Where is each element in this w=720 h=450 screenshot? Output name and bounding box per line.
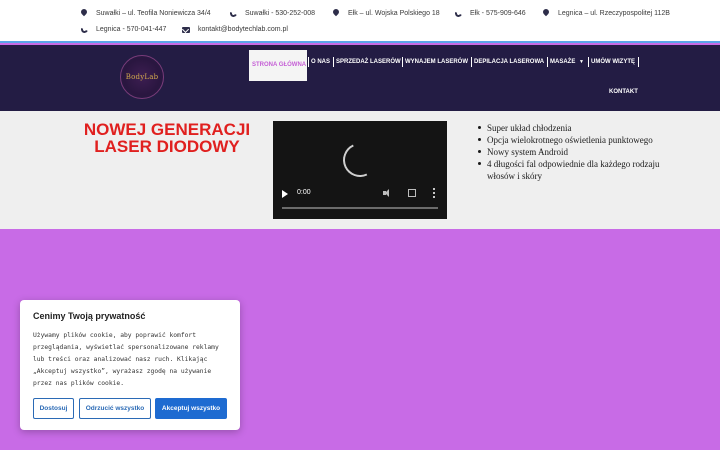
- cookie-title: Cenimy Twoją prywatność: [33, 311, 146, 321]
- nav-item-book-visit[interactable]: UMÓW WIZYTĘ: [591, 58, 635, 66]
- hero-title: NOWEJ GENERACJI LASER DIODOWY: [83, 120, 251, 156]
- nav-separator: [547, 57, 548, 67]
- main-navigation: BodyLab STRONA GŁÓWNA O NAS SPRZEDAŻ LAS…: [0, 45, 720, 111]
- nav-separator: [588, 57, 589, 67]
- nav-item-home[interactable]: STRONA GŁÓWNA: [249, 50, 307, 81]
- address-legnica[interactable]: Legnica – ul. Rzeczypospolitej 112B: [541, 7, 670, 18]
- nav-separator: [308, 57, 309, 67]
- phone-icon: [229, 9, 238, 18]
- more-options-icon[interactable]: [433, 188, 435, 198]
- mail-icon: [182, 25, 191, 34]
- video-time: 0:00: [297, 189, 311, 196]
- phone-elk[interactable]: Ełk - 575-909-646: [454, 9, 526, 18]
- nav-item-contact[interactable]: KONTAKT: [609, 88, 638, 96]
- address-elk[interactable]: Ełk – ul. Wojska Polskiego 18: [331, 7, 440, 18]
- video-player[interactable]: 0:00: [273, 121, 447, 219]
- phone-icon: [454, 9, 463, 18]
- map-pin-icon: [331, 7, 341, 18]
- cookie-text: Używamy plików cookie, aby poprawić komf…: [33, 332, 219, 387]
- nav-item-laser-depilation[interactable]: DEPILACJA LASEROWA: [474, 58, 544, 66]
- site-logo[interactable]: BodyLab: [120, 55, 164, 99]
- nav-item-laser-rental[interactable]: WYNAJEM LASERÓW: [405, 58, 468, 66]
- nav-item-about[interactable]: O NAS: [311, 58, 330, 66]
- chevron-down-icon[interactable]: ▼: [579, 59, 584, 65]
- address-suwalki[interactable]: Suwałki – ul. Teofila Noniewicza 34/4: [79, 7, 211, 18]
- list-item: Nowy system Android: [477, 146, 667, 158]
- list-item: Opcja wielokrotnego oświetlenia punktowe…: [477, 134, 667, 146]
- map-pin-icon: [541, 7, 551, 18]
- nav-item-massages[interactable]: MASAŻE: [550, 58, 575, 66]
- feature-list: Super układ chłodzenia Opcja wielokrotne…: [477, 122, 667, 182]
- reject-all-button[interactable]: Odrzucić wszystko: [79, 398, 151, 419]
- nav-separator: [638, 57, 639, 67]
- accept-all-button[interactable]: Akceptuj wszystko: [155, 398, 227, 419]
- list-item: 4 długości fal odpowiednie dla każdego r…: [477, 158, 667, 182]
- nav-separator: [471, 57, 472, 67]
- nav-item-laser-sales[interactable]: SPRZEDAŻ LASERÓW: [336, 58, 401, 66]
- nav-separator: [402, 57, 403, 67]
- cookie-consent-dialog: Cenimy Twoją prywatność Używamy plików c…: [20, 300, 240, 430]
- customize-button[interactable]: Dostosuj: [33, 398, 74, 419]
- logo-text: BodyLab: [125, 73, 159, 81]
- video-progress-bar[interactable]: [282, 207, 438, 209]
- phone-legnica[interactable]: Legnica - 570-041-447: [80, 25, 166, 34]
- nav-separator: [333, 57, 334, 67]
- contact-email[interactable]: kontakt@bodytechlab.com.pl: [182, 25, 288, 34]
- fullscreen-icon[interactable]: [408, 189, 416, 197]
- top-contact-bar: Suwałki – ul. Teofila Noniewicza 34/4 Su…: [0, 0, 720, 43]
- loading-spinner-icon: [338, 138, 382, 182]
- volume-icon[interactable]: [383, 189, 391, 197]
- phone-icon: [80, 25, 89, 34]
- play-icon[interactable]: [282, 190, 288, 198]
- phone-suwalki[interactable]: Suwałki - 530-252-008: [229, 9, 315, 18]
- map-pin-icon: [79, 7, 89, 18]
- list-item: Super układ chłodzenia: [477, 122, 667, 134]
